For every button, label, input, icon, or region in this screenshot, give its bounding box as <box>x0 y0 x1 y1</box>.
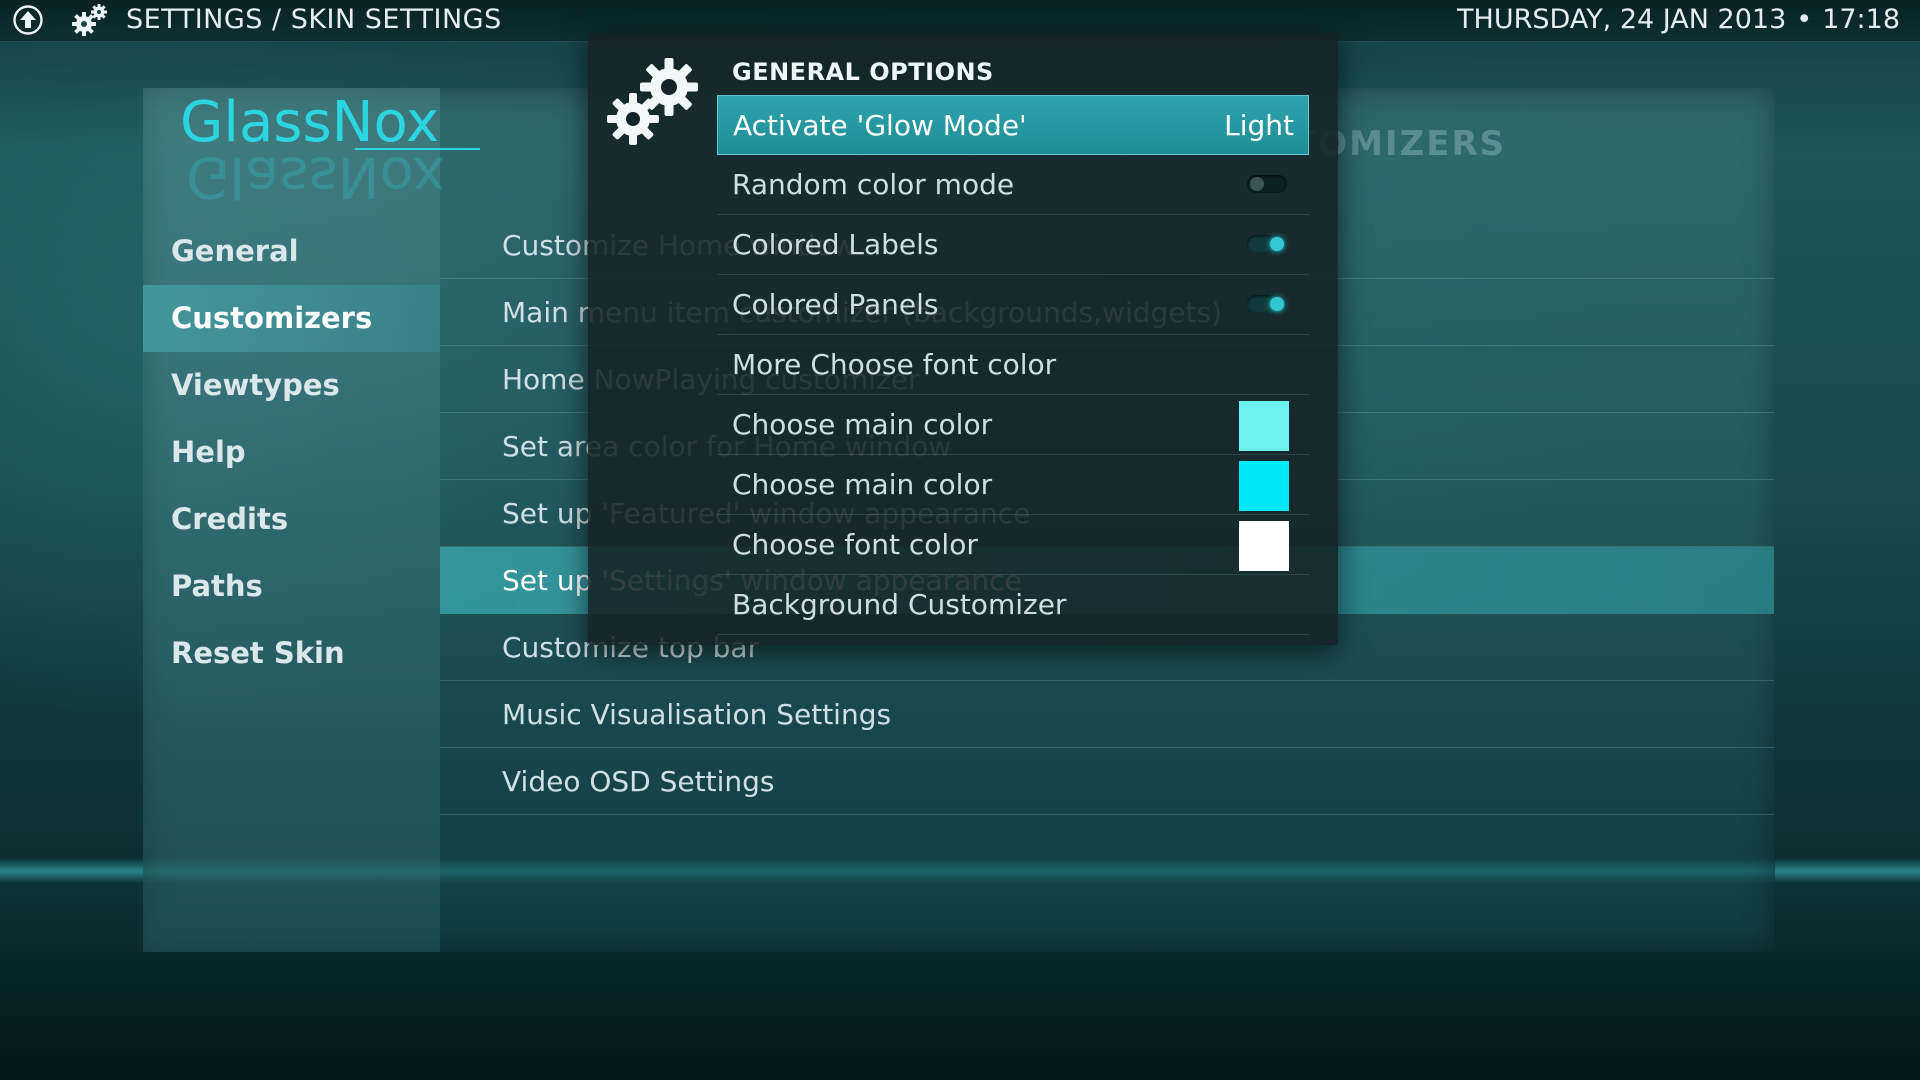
option-random-color-mode[interactable]: Random color mode <box>717 155 1309 215</box>
option-value: Light <box>1224 109 1294 142</box>
toggle-switch-off[interactable] <box>1247 175 1287 193</box>
option-label: Background Customizer <box>732 588 1067 621</box>
sidebar-item-paths[interactable]: Paths <box>143 553 440 620</box>
option-colored-panels[interactable]: Colored Panels <box>717 275 1309 335</box>
time-label: 17:18 <box>1822 4 1900 35</box>
general-options-dialog: GENERAL OPTIONS Activate 'Glow Mode' Lig… <box>588 33 1338 645</box>
option-main-color-2[interactable]: Choose main color <box>717 455 1309 515</box>
glassnox-logo: GlassNox GlassNox <box>180 90 480 209</box>
option-background-customizer[interactable]: Background Customizer <box>717 575 1309 635</box>
option-label: Colored Panels <box>732 288 939 321</box>
separator-dot: • <box>1796 4 1813 35</box>
option-label: Choose main color <box>732 408 993 441</box>
sidebar-item-help[interactable]: Help <box>143 419 440 486</box>
option-glow-mode[interactable]: Activate 'Glow Mode' Light <box>717 95 1309 155</box>
toggle-switch-on[interactable] <box>1247 235 1287 253</box>
option-label: Random color mode <box>732 168 1015 201</box>
options-list: Activate 'Glow Mode' Light Random color … <box>717 95 1309 635</box>
sidebar: General Customizers Viewtypes Help Credi… <box>143 218 440 687</box>
logo-underline <box>355 148 480 150</box>
sidebar-item-reset-skin[interactable]: Reset Skin <box>143 620 440 687</box>
option-label: Choose font color <box>732 528 978 561</box>
breadcrumb: SETTINGS / SKIN SETTINGS <box>126 4 502 35</box>
option-label: Activate 'Glow Mode' <box>733 109 1027 142</box>
dialog-title: GENERAL OPTIONS <box>732 58 994 86</box>
toggle-switch-on[interactable] <box>1247 295 1287 313</box>
sidebar-item-customizers[interactable]: Customizers <box>143 285 440 352</box>
sidebar-item-credits[interactable]: Credits <box>143 486 440 553</box>
gear-icon <box>72 4 107 36</box>
sidebar-item-general[interactable]: General <box>143 218 440 285</box>
gears-icon <box>607 58 698 145</box>
color-swatch <box>1239 521 1289 571</box>
color-swatch <box>1239 461 1289 511</box>
list-item[interactable]: Video OSD Settings <box>440 748 1774 815</box>
option-main-color-1[interactable]: Choose main color <box>717 395 1309 455</box>
option-label: Colored Labels <box>732 228 939 261</box>
option-font-color[interactable]: Choose font color <box>717 515 1309 575</box>
color-swatch <box>1239 401 1289 451</box>
date-label: THURSDAY, 24 JAN 2013 <box>1457 4 1787 35</box>
list-item[interactable]: Music Visualisation Settings <box>440 681 1774 748</box>
sidebar-item-viewtypes[interactable]: Viewtypes <box>143 352 440 419</box>
option-colored-labels[interactable]: Colored Labels <box>717 215 1309 275</box>
up-arrow-circle-icon[interactable] <box>12 4 44 36</box>
option-label: More Choose font color <box>732 348 1057 381</box>
date-time: THURSDAY, 24 JAN 2013 • 17:18 <box>1457 4 1900 35</box>
option-label: Choose main color <box>732 468 993 501</box>
logo-reflection: GlassNox <box>186 144 446 209</box>
option-more-font-color[interactable]: More Choose font color <box>717 335 1309 395</box>
